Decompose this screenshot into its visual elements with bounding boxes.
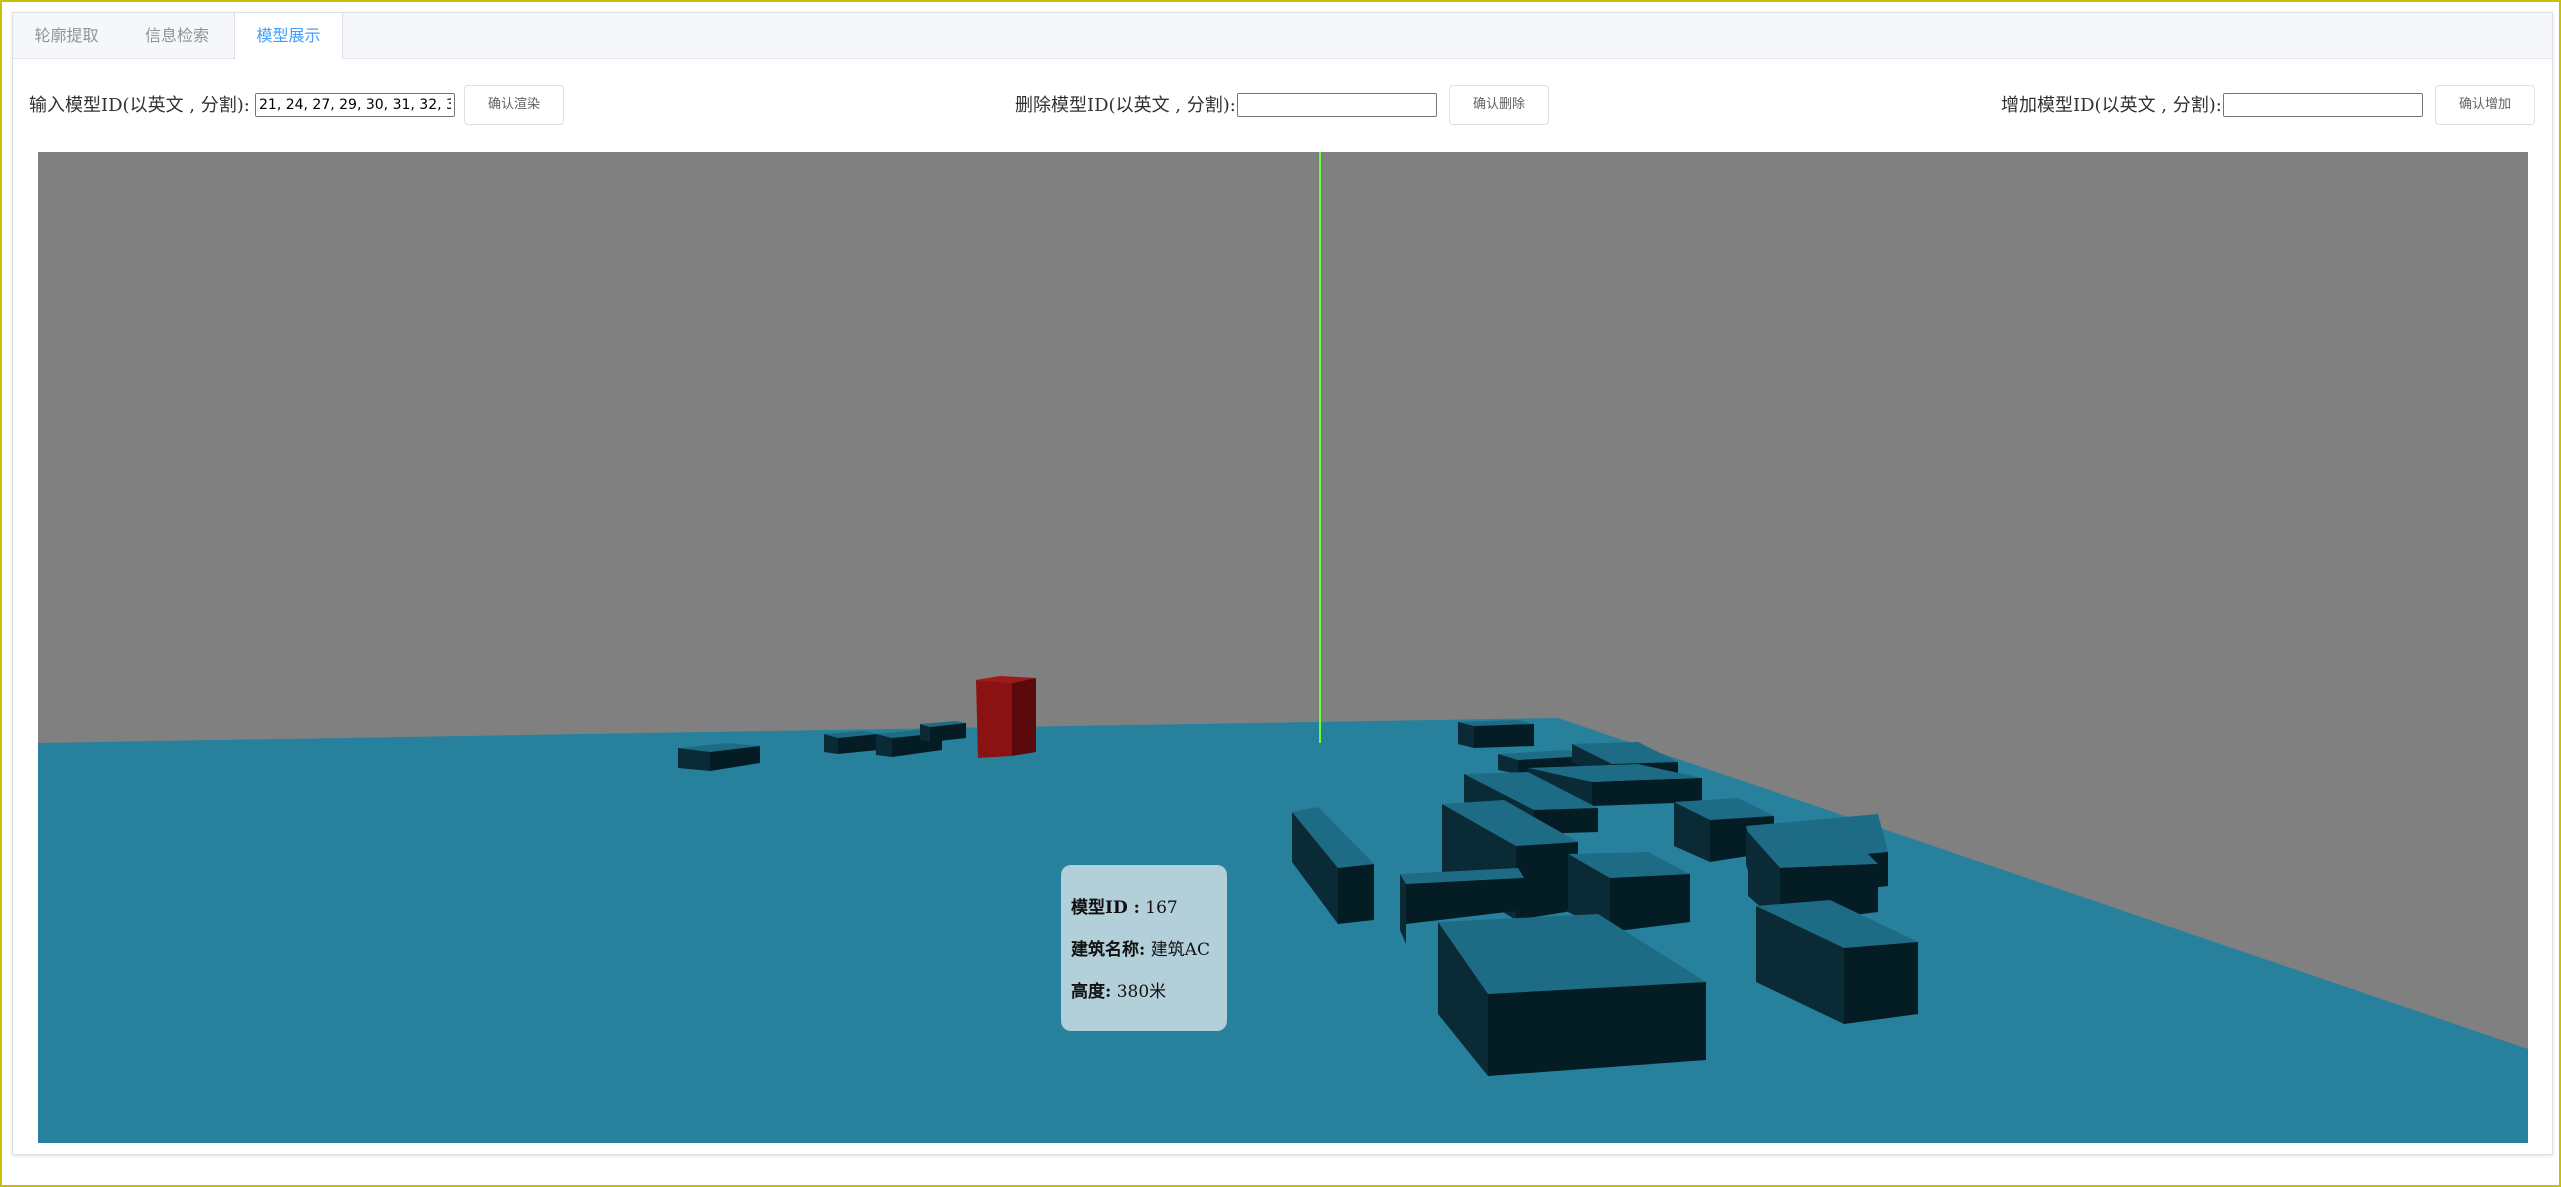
- building-15-front-face[interactable]: [1610, 874, 1690, 932]
- selected-building-face-2[interactable]: [976, 680, 1012, 758]
- delete-ids-label: 删除模型ID(以英文 , 分割):: [1015, 95, 1236, 116]
- building-17-front-face[interactable]: [1844, 942, 1918, 1024]
- selected-building-face-3[interactable]: [1012, 678, 1036, 756]
- scene-canvas[interactable]: [38, 152, 2528, 1143]
- tab-bar: 轮廓提取 信息检索 模型展示: [13, 13, 2552, 59]
- add-ids-label: 增加模型ID(以英文 , 分割):: [2001, 95, 2222, 116]
- confirm-add-button[interactable]: 确认增加: [2435, 85, 2535, 125]
- tooltip-id-value: 167: [1145, 898, 1178, 918]
- tab-model-display[interactable]: 模型展示: [234, 13, 343, 59]
- tooltip-name-label: 建筑名称:: [1071, 940, 1146, 960]
- render-ids-label: 输入模型ID(以英文 , 分割):: [29, 95, 250, 116]
- building-3-side-face[interactable]: [876, 734, 892, 757]
- app-frame: 轮廓提取 信息检索 模型展示 输入模型ID(以英文 , 分割): 确认渲染 删除…: [0, 0, 2561, 1187]
- building-5-front-face[interactable]: [1474, 724, 1534, 748]
- tooltip-id-row: 模型ID : 167: [1071, 893, 1178, 918]
- tab-info-search[interactable]: 信息检索: [120, 13, 234, 58]
- tooltip-name-value: 建筑AC: [1150, 940, 1210, 960]
- building-4-side-face[interactable]: [920, 724, 930, 742]
- tooltip-id-label: 模型ID :: [1071, 898, 1140, 918]
- building-18-front-face[interactable]: [1488, 982, 1706, 1076]
- tooltip-name-row: 建筑名称: 建筑AC: [1071, 935, 1210, 960]
- building-5-side-face[interactable]: [1458, 722, 1474, 748]
- delete-ids-input[interactable]: [1237, 93, 1437, 117]
- tooltip-height-label: 高度:: [1071, 982, 1112, 1002]
- tab-contour-extraction[interactable]: 轮廓提取: [13, 13, 120, 58]
- building-13-front-face[interactable]: [1338, 864, 1374, 924]
- confirm-render-button[interactable]: 确认渲染: [464, 85, 564, 125]
- building-1-side-face[interactable]: [678, 748, 710, 771]
- confirm-delete-button[interactable]: 确认删除: [1449, 85, 1549, 125]
- tooltip-height-row: 高度: 380米: [1071, 977, 1166, 1002]
- model-info-tooltip: 模型ID : 167 建筑名称: 建筑AC 高度: 380米: [1061, 865, 1227, 1031]
- add-ids-input[interactable]: [2223, 93, 2423, 117]
- render-ids-input[interactable]: [255, 93, 455, 117]
- 3d-model-viewport[interactable]: 模型ID : 167 建筑名称: 建筑AC 高度: 380米: [38, 152, 2528, 1143]
- tooltip-height-value: 380米: [1116, 982, 1167, 1002]
